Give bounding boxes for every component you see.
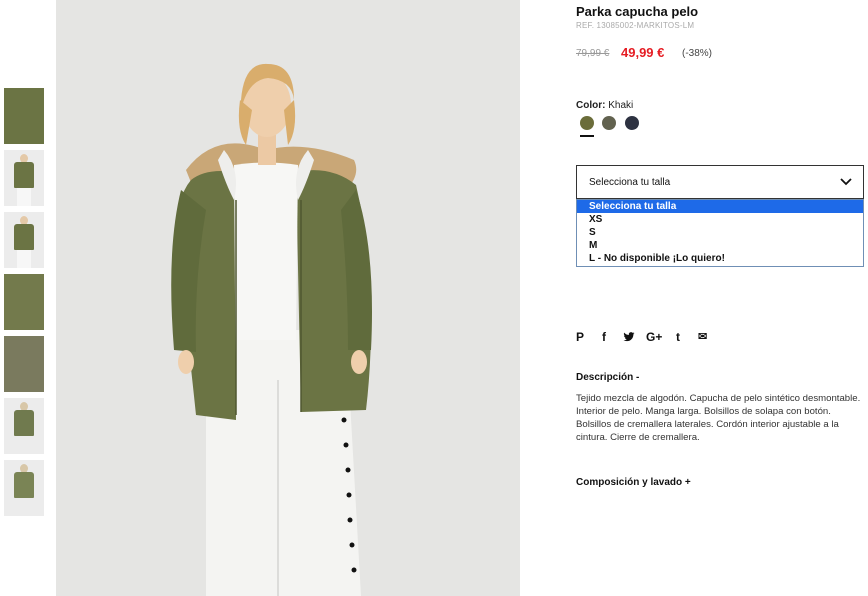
product-ref: REF. 13085002-MARKITOS-LM — [576, 21, 695, 30]
size-select-label: Selecciona tu talla — [589, 177, 671, 188]
twitter-icon[interactable] — [623, 331, 635, 343]
description-text: Tejido mezcla de algodón. Capucha de pel… — [576, 393, 861, 443]
pinterest-icon[interactable]: P — [576, 330, 584, 344]
size-option[interactable]: Selecciona tu talla — [577, 200, 863, 213]
size-option[interactable]: S — [577, 226, 863, 239]
size-dropdown-list: Selecciona tu talla XS S M L - No dispon… — [576, 199, 864, 267]
thumbnail-2[interactable] — [4, 150, 44, 206]
thumbnail-6[interactable] — [4, 398, 44, 454]
old-price: 79,99 € — [576, 48, 610, 59]
product-title: Parka capucha pelo — [576, 4, 699, 19]
product-photo-illustration — [171, 63, 372, 596]
sale-price: 49,99 € — [621, 45, 665, 60]
thumbnail-list — [4, 88, 44, 522]
color-swatch-navy[interactable] — [625, 116, 639, 130]
size-option[interactable]: L - No disponible ¡Lo quiero! — [577, 252, 863, 265]
description-heading[interactable]: Descripción - — [576, 372, 639, 383]
thumbnail-7[interactable] — [4, 460, 44, 516]
chevron-down-icon — [840, 178, 852, 186]
facebook-icon[interactable]: f — [602, 330, 606, 344]
color-swatch-khaki[interactable] — [580, 116, 594, 130]
size-select[interactable]: Selecciona tu talla — [576, 165, 864, 199]
size-option[interactable]: XS — [577, 213, 863, 226]
selected-swatch-indicator — [580, 135, 594, 137]
composition-heading[interactable]: Composición y lavado + — [576, 477, 691, 488]
thumbnail-4[interactable] — [4, 274, 44, 330]
size-option[interactable]: M — [577, 239, 863, 252]
color-label-key: Color: — [576, 100, 606, 111]
main-product-image — [56, 0, 520, 596]
google-plus-icon[interactable]: G+ — [646, 330, 662, 344]
color-swatch-olive-grey[interactable] — [602, 116, 616, 130]
email-icon[interactable]: ✉ — [698, 330, 707, 344]
thumbnail-1[interactable] — [4, 88, 44, 144]
discount-badge: (-38%) — [682, 48, 713, 59]
thumbnail-3[interactable] — [4, 212, 44, 268]
tumblr-icon[interactable]: t — [676, 330, 680, 344]
color-label-value: Khaki — [608, 100, 634, 111]
color-label: Color: Khaki — [576, 100, 633, 111]
thumbnail-5[interactable] — [4, 336, 44, 392]
